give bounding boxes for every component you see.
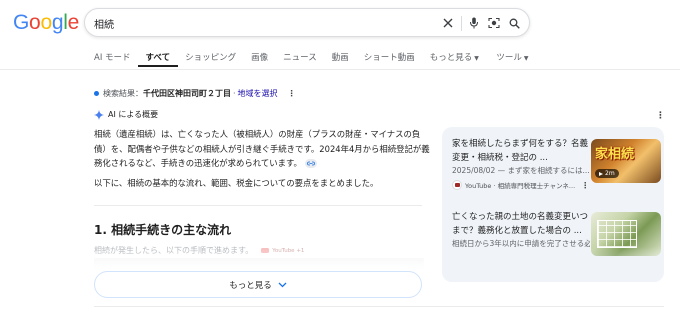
- panel-fade-overlay: [442, 247, 664, 282]
- location-bar: 検索結果： 千代田区神田司町２丁目 · 地域を選択 ⋮: [94, 88, 296, 99]
- section-heading: 1. 相続手続きの主な流れ: [94, 223, 232, 237]
- show-more-button[interactable]: もっと見る: [94, 271, 422, 298]
- tab-shopping[interactable]: ショッピング: [178, 51, 244, 67]
- microphone-icon[interactable]: [466, 15, 482, 31]
- source-card-source-name: YouTube · 相続専門税理士チャンネ...: [465, 182, 576, 190]
- video-duration-badge: 2m: [595, 169, 619, 178]
- tab-tools-label: ツール: [496, 53, 522, 63]
- source-card-source: YouTube · 相続専門税理士チャンネ... ⋮: [452, 180, 589, 190]
- more-options-icon[interactable]: ⋮: [581, 181, 589, 190]
- chevron-down-icon: [278, 282, 287, 288]
- tab-more-label: もっと見る: [429, 53, 473, 63]
- tab-news[interactable]: ニュース: [276, 51, 325, 67]
- source-card-snippet: 2025/08/02 — まず家を相続するには...: [452, 166, 590, 175]
- tab-all[interactable]: すべて: [138, 51, 178, 67]
- faded-paragraph: 相続が発生したら、以下の手順で進めます。 YouTube +1: [94, 245, 304, 256]
- source-card-title[interactable]: 亡くなった親の土地の名義変更いつまで？義務化と放置した場合の ...: [452, 210, 590, 238]
- location-label: 検索結果：: [103, 89, 143, 98]
- faded-paragraph-text: 相続が発生したら、以下の手順で進めます。: [94, 246, 254, 255]
- ai-overview-title: AI による概要: [108, 110, 159, 119]
- chevron-down-icon: ▼: [523, 55, 529, 62]
- source-card-title[interactable]: 家を相続したらまず何をする？名義変更・相続税・登記の ...: [452, 137, 590, 165]
- ai-overview-header: AI による概要: [94, 109, 158, 120]
- choose-location-link[interactable]: 地域を選択: [238, 88, 278, 99]
- ai-overview-paragraph-1-text: 相続（遺産相続）は、亡くなった人（被相続人）の財産（プラスの財産・マイナスの負債…: [94, 129, 430, 168]
- section-divider: [94, 205, 422, 206]
- link-icon[interactable]: [304, 159, 317, 168]
- ai-overview-menu-icon[interactable]: ⋮: [656, 111, 665, 121]
- search-tabs: AI モード すべて ショッピング 画像 ニュース 動画 ショート動画 もっと見…: [94, 51, 536, 69]
- location-place: 千代田区神田司町２丁目: [143, 89, 231, 98]
- play-icon: [599, 171, 603, 176]
- google-logo[interactable]: Google: [13, 11, 79, 35]
- tab-short-videos[interactable]: ショート動画: [356, 51, 422, 67]
- bottom-divider: [94, 306, 664, 307]
- thumbnail-caption: 家相続: [595, 147, 635, 162]
- search-icon[interactable]: [506, 15, 522, 31]
- land-map-image: [597, 220, 637, 248]
- tab-more[interactable]: もっと見る ▼: [422, 51, 486, 67]
- search-box[interactable]: [84, 8, 530, 37]
- search-divider: [461, 16, 462, 31]
- show-more-label: もっと見る: [229, 280, 272, 291]
- camera-lens-icon[interactable]: [486, 15, 502, 31]
- faded-content: [94, 258, 424, 272]
- header-divider: [0, 69, 680, 70]
- youtube-source-chip[interactable]: YouTube +1: [261, 248, 304, 254]
- search-input[interactable]: [94, 13, 424, 33]
- tab-videos[interactable]: 動画: [324, 51, 356, 67]
- video-thumbnail[interactable]: 家相続 2m: [591, 139, 661, 183]
- tab-images[interactable]: 画像: [244, 51, 276, 67]
- youtube-favicon-icon: [452, 180, 462, 190]
- sparkle-icon: [94, 109, 104, 120]
- more-options-icon[interactable]: ⋮: [288, 89, 296, 98]
- tab-ai-mode[interactable]: AI モード: [94, 51, 138, 67]
- location-separator: ·: [233, 89, 236, 98]
- location-dot-icon: [94, 91, 99, 96]
- youtube-chip-label: YouTube +1: [272, 247, 305, 254]
- chevron-down-icon: ▼: [474, 55, 479, 62]
- tab-tools[interactable]: ツール ▼: [486, 51, 536, 67]
- youtube-icon: [261, 247, 270, 254]
- clear-icon[interactable]: [440, 15, 456, 31]
- ai-overview-paragraph-2: 以下に、相続の基本的な流れ、範囲、税金についての要点をまとめました。: [94, 178, 379, 188]
- ai-overview-paragraph-1: 相続（遺産相続）は、亡くなった人（被相続人）の財産（プラスの財産・マイナスの負債…: [94, 127, 430, 171]
- video-duration: 2m: [605, 170, 615, 177]
- sources-panel: 家を相続したらまず何をする？名義変更・相続税・登記の ... 2025/08/0…: [442, 127, 664, 282]
